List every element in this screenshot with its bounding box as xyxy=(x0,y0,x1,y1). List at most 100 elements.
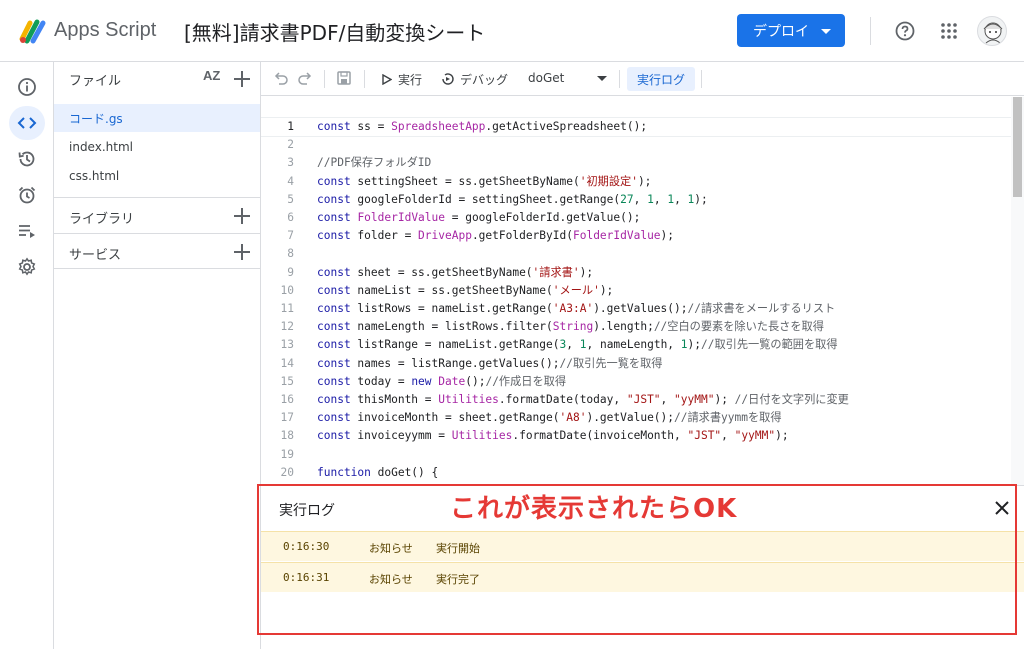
files-title: ファイル xyxy=(69,74,122,89)
line-number: 16 xyxy=(280,393,294,406)
code-text: const nameList = ss.getSheetByName('メール'… xyxy=(317,283,614,297)
code-text: const names = listRange.getValues();//取引… xyxy=(317,356,663,370)
left-rail xyxy=(0,62,54,649)
editor-toolbar: 実行 デバッグ doGet 実行ログ xyxy=(261,62,1024,96)
line-number: 15 xyxy=(280,374,294,388)
code-line[interactable]: 9 const sheet = ss.getSheetByName('請求書'); xyxy=(261,264,1011,282)
execution-log-label: 実行ログ xyxy=(636,72,685,87)
code-line[interactable]: 4 const settingSheet = ss.getSheetByName(… xyxy=(261,173,1011,191)
annotation-text: これが表示されたらOK xyxy=(450,494,738,524)
help-icon[interactable] xyxy=(895,21,915,41)
code-text: const thisMonth = Utilities.formatDate(t… xyxy=(317,393,849,406)
scrollbar-thumb[interactable] xyxy=(1013,97,1022,197)
apps-script-logo-icon[interactable] xyxy=(18,17,48,45)
rail-triggers[interactable] xyxy=(9,178,45,212)
code-line[interactable]: 2 xyxy=(261,136,1011,154)
executions-icon xyxy=(19,225,35,238)
chevron-down-icon xyxy=(597,76,607,81)
line-number: 9 xyxy=(287,265,294,279)
project-title[interactable]: [無料]請求書PDF/自動変換シート xyxy=(184,17,485,46)
code-text: const googleFolderId = settingSheet.getR… xyxy=(317,192,708,206)
libraries-section[interactable]: ライブラリ xyxy=(54,197,260,233)
code-text: const settingSheet = ss.getSheetByName('… xyxy=(317,174,652,188)
line-number: 1 xyxy=(287,120,294,133)
line-number: 17 xyxy=(280,411,294,425)
debug-label: デバッグ xyxy=(460,73,509,87)
code-text: const invoiceMonth = sheet.getRange('A8'… xyxy=(317,411,782,425)
code-line[interactable]: 19 xyxy=(261,446,1011,464)
app-name: Apps Script xyxy=(54,19,157,41)
code-line[interactable]: 20 function doGet() { xyxy=(261,464,1011,482)
code-line[interactable]: 5 const googleFolderId = settingSheet.get… xyxy=(261,191,1011,209)
files-header: ファイル AZ xyxy=(54,62,261,96)
code-text: const today = new Date();//作成日を取得 xyxy=(317,374,567,388)
code-text: const listRange = nameList.getRange(3, 1… xyxy=(317,338,838,352)
top-bar: Apps Script [無料]請求書PDF/自動変換シート デプロイ xyxy=(0,0,1024,62)
header-divider xyxy=(870,17,871,45)
line-number: 14 xyxy=(280,356,294,370)
editor-scrollbar[interactable] xyxy=(1011,97,1024,485)
toolbar-divider xyxy=(364,70,365,88)
add-library-icon[interactable] xyxy=(234,208,250,224)
services-label: サービス xyxy=(69,248,122,263)
line-number: 12 xyxy=(280,320,294,334)
debug-icon xyxy=(442,73,454,85)
code-line[interactable]: 1 const ss = SpreadsheetApp.getActiveSpre… xyxy=(261,117,1011,137)
rail-executions[interactable] xyxy=(9,214,45,248)
line-number: 19 xyxy=(280,447,294,461)
line-number: 11 xyxy=(280,302,294,315)
line-number: 7 xyxy=(287,229,294,243)
function-select-value: doGet xyxy=(528,71,565,85)
toolbar-divider xyxy=(619,70,620,88)
code-line[interactable]: 7 const folder = DriveApp.getFolderById(F… xyxy=(261,227,1011,245)
redo-icon[interactable] xyxy=(297,70,313,86)
chevron-down-icon xyxy=(821,29,831,34)
code-text: const FolderIdValue = googleFolderId.get… xyxy=(317,211,641,224)
code-line[interactable]: 3 //PDF保存フォルダID xyxy=(261,154,1011,172)
code-text: const invoiceyymm = Utilities.formatDate… xyxy=(317,429,789,443)
save-icon[interactable] xyxy=(336,70,352,86)
run-label: 実行 xyxy=(398,73,423,87)
add-service-icon[interactable] xyxy=(234,244,250,260)
line-number: 2 xyxy=(287,138,294,152)
rail-editor[interactable] xyxy=(9,106,45,140)
settings-icon xyxy=(18,257,36,276)
undo-icon[interactable] xyxy=(273,70,289,86)
code-line[interactable]: 18 const invoiceyymm = Utilities.formatDa… xyxy=(261,427,1011,445)
deploy-label: デプロイ xyxy=(753,23,809,40)
info-icon xyxy=(18,78,36,96)
line-number: 4 xyxy=(287,174,294,188)
history-icon xyxy=(18,151,35,167)
execution-log-button[interactable]: 実行ログ xyxy=(627,67,695,91)
files-panel: ファイル AZ コード.gs index.html css.html ライブラリ… xyxy=(54,62,261,649)
rail-history[interactable] xyxy=(9,142,45,176)
line-number: 3 xyxy=(287,156,294,170)
rail-settings[interactable] xyxy=(9,250,45,284)
apps-grid-icon[interactable] xyxy=(940,22,958,40)
code-line[interactable]: 10 const nameList = ss.getSheetByName('メー… xyxy=(261,282,1011,300)
services-section[interactable]: サービス xyxy=(54,233,260,269)
code-line[interactable]: 14 const names = listRange.getValues();//… xyxy=(261,355,1011,373)
avatar[interactable] xyxy=(977,16,1007,46)
rail-overview[interactable] xyxy=(9,70,45,104)
line-number: 6 xyxy=(287,211,294,224)
code-line[interactable]: 15 const today = new Date();//作成日を取得 xyxy=(261,373,1011,391)
code-line[interactable]: 6 const FolderIdValue = googleFolderId.ge… xyxy=(261,209,1011,227)
code-line[interactable]: 16 const thisMonth = Utilities.formatDate… xyxy=(261,391,1011,409)
add-file-icon[interactable] xyxy=(234,71,250,87)
code-line[interactable]: 11 const listRows = nameList.getRange('A3… xyxy=(261,300,1011,318)
line-number: 8 xyxy=(287,247,294,261)
code-line[interactable]: 8 xyxy=(261,245,1011,263)
code-line[interactable]: 13 const listRange = nameList.getRange(3,… xyxy=(261,336,1011,354)
code-line[interactable]: 12 const nameLength = listRows.filter(Str… xyxy=(261,318,1011,336)
file-item-code-gs[interactable]: コード.gs xyxy=(54,104,260,132)
deploy-button[interactable]: デプロイ xyxy=(737,14,845,47)
sort-az-icon[interactable]: AZ xyxy=(203,68,220,83)
file-item-css-html[interactable]: css.html xyxy=(54,162,260,190)
file-item-index-html[interactable]: index.html xyxy=(54,133,260,161)
code-editor[interactable]: 1 const ss = SpreadsheetApp.getActiveSpre… xyxy=(261,97,1011,485)
code-line[interactable]: 17 const invoiceMonth = sheet.getRange('A… xyxy=(261,409,1011,427)
alarm-icon xyxy=(18,186,36,204)
line-number: 5 xyxy=(287,192,294,206)
avatar-illustration-icon xyxy=(983,22,1003,44)
